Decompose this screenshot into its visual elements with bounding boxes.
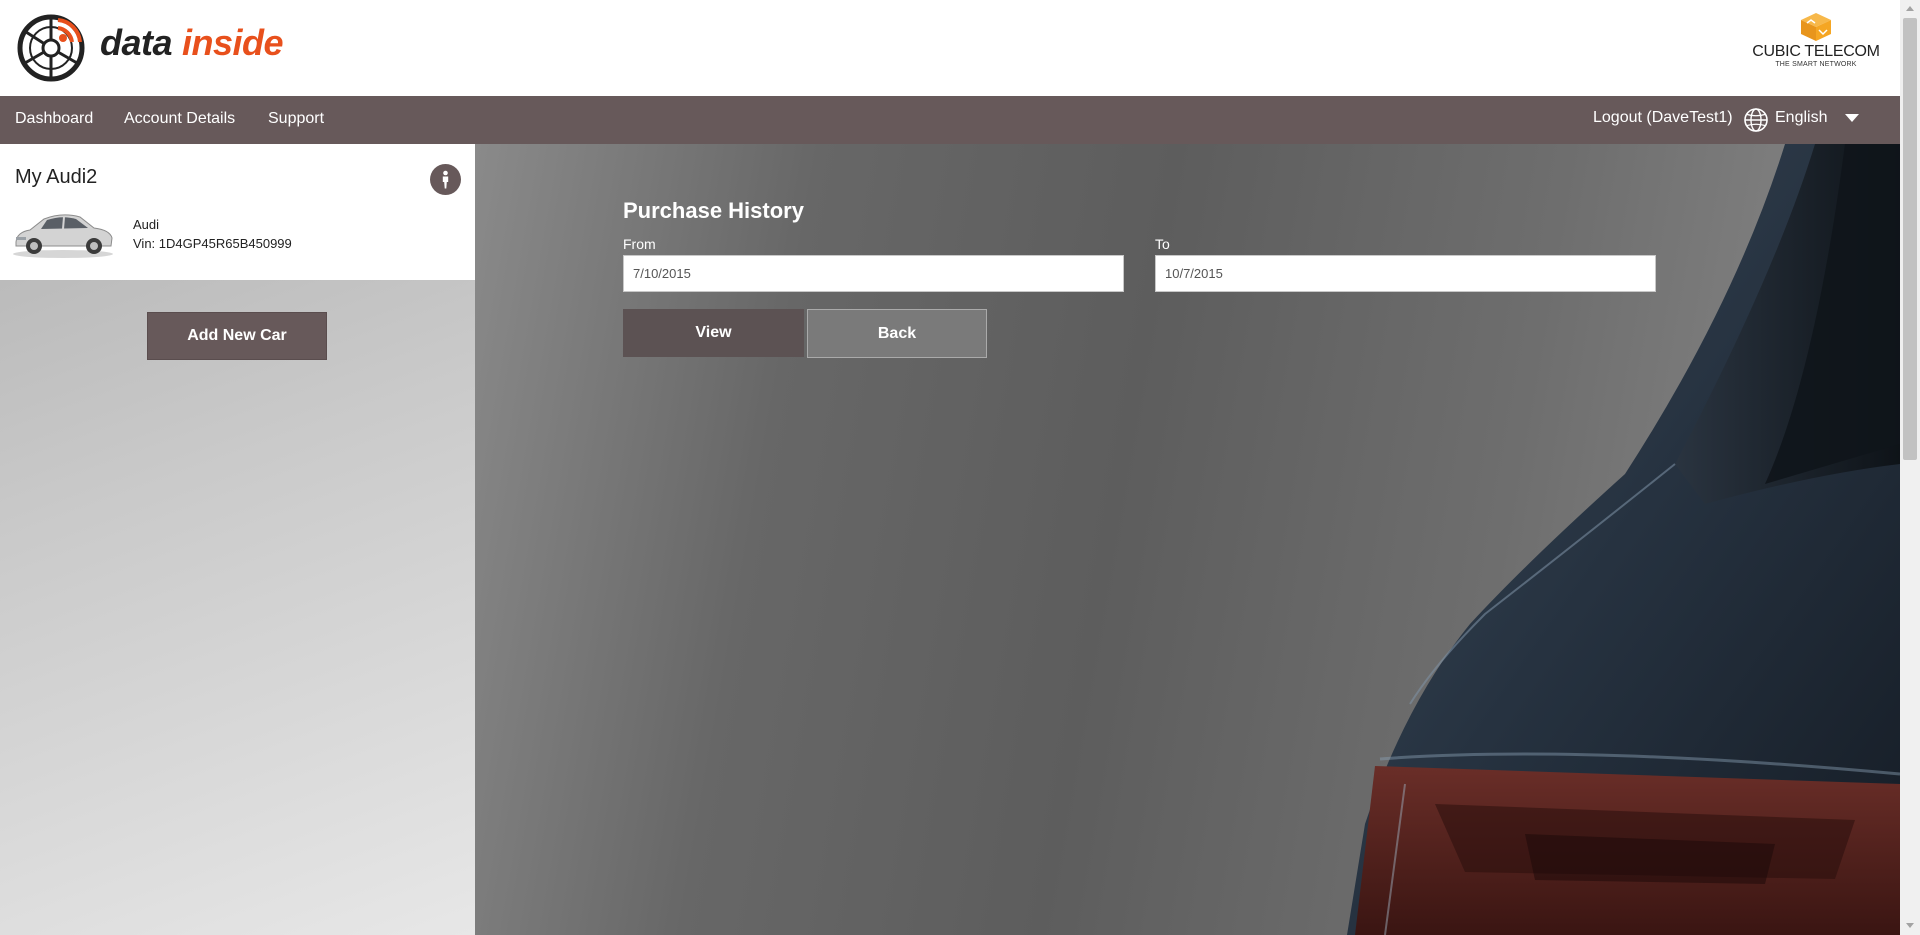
car-name: My Audi2 bbox=[15, 166, 98, 188]
scroll-thumb[interactable] bbox=[1903, 18, 1917, 460]
scroll-down-arrow-icon[interactable] bbox=[1906, 923, 1914, 928]
speedometer-signal-icon[interactable] bbox=[14, 8, 88, 82]
car-sidebar: My Audi2 Audi Vin: 1D4GP45R65B450999 Add… bbox=[0, 144, 493, 935]
main-navbar: Dashboard Account Details Support Logout… bbox=[0, 96, 1900, 144]
site-header: data inside CUBIC TELECOM THE SMART NETWO… bbox=[0, 0, 1900, 96]
car-vin: Vin: 1D4GP45R65B450999 bbox=[133, 236, 292, 251]
logout-link[interactable]: Logout (DaveTest1) bbox=[1593, 109, 1733, 131]
from-label: From bbox=[623, 236, 656, 252]
scroll-up-arrow-icon[interactable] bbox=[1906, 6, 1914, 11]
nav-dashboard[interactable]: Dashboard bbox=[15, 110, 93, 128]
from-date-input[interactable] bbox=[623, 255, 1124, 292]
language-selector[interactable]: English bbox=[1775, 109, 1827, 131]
nav-support[interactable]: Support bbox=[268, 110, 324, 128]
view-button[interactable]: View bbox=[623, 309, 804, 357]
main-content: Purchase History From To View Back bbox=[475, 144, 1900, 935]
caret-down-icon[interactable] bbox=[1845, 114, 1859, 122]
partner-tagline: THE SMART NETWORK bbox=[1775, 61, 1857, 68]
info-icon[interactable] bbox=[430, 164, 461, 195]
nav-account-details[interactable]: Account Details bbox=[124, 110, 235, 128]
car-card[interactable]: My Audi2 Audi Vin: 1D4GP45R65B450999 bbox=[0, 144, 475, 280]
cube-icon bbox=[1801, 13, 1831, 41]
back-button[interactable]: Back bbox=[807, 309, 987, 358]
car-make: Audi bbox=[133, 217, 160, 232]
add-new-car-button[interactable]: Add New Car bbox=[147, 312, 327, 360]
brand-wordmark[interactable]: data inside bbox=[100, 22, 284, 64]
brand-part-1: data bbox=[100, 22, 173, 63]
to-date-input[interactable] bbox=[1155, 255, 1656, 292]
partner-logo: CUBIC TELECOM THE SMART NETWORK bbox=[1748, 12, 1884, 76]
partner-name: CUBIC TELECOM bbox=[1752, 43, 1880, 60]
page-scrollbar[interactable] bbox=[1900, 0, 1920, 935]
brand-part-2: inside bbox=[182, 22, 284, 63]
page-title: Purchase History bbox=[623, 198, 804, 223]
car-thumbnail bbox=[13, 214, 113, 258]
globe-icon bbox=[1744, 108, 1768, 132]
to-label: To bbox=[1155, 236, 1170, 252]
